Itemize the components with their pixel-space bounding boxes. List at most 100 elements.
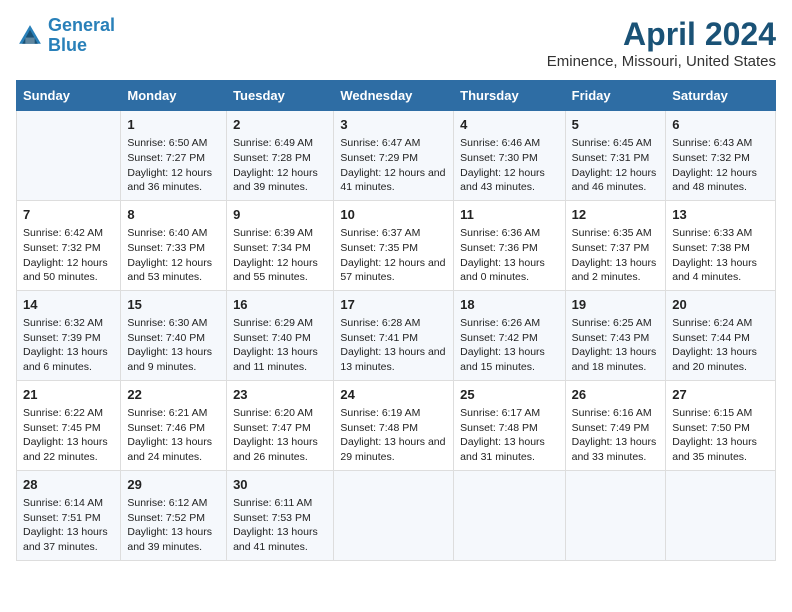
- day-number: 3: [340, 116, 447, 134]
- calendar-subtitle: Eminence, Missouri, United States: [547, 53, 776, 70]
- calendar-cell: 13 Sunrise: 6:33 AMSunset: 7:38 PMDayligh…: [666, 200, 776, 290]
- day-number: 23: [233, 386, 327, 404]
- day-number: 1: [127, 116, 220, 134]
- day-number: 30: [233, 476, 327, 494]
- calendar-cell: 10 Sunrise: 6:37 AMSunset: 7:35 PMDayligh…: [334, 200, 454, 290]
- calendar-cell: 5 Sunrise: 6:45 AMSunset: 7:31 PMDaylight…: [565, 111, 666, 201]
- day-number: 9: [233, 206, 327, 224]
- day-details: Sunrise: 6:15 AMSunset: 7:50 PMDaylight:…: [672, 406, 769, 465]
- day-details: Sunrise: 6:20 AMSunset: 7:47 PMDaylight:…: [233, 406, 327, 465]
- day-details: Sunrise: 6:17 AMSunset: 7:48 PMDaylight:…: [460, 406, 558, 465]
- calendar-cell: 11 Sunrise: 6:36 AMSunset: 7:36 PMDayligh…: [454, 200, 565, 290]
- day-number: 17: [340, 296, 447, 314]
- calendar-cell: 18 Sunrise: 6:26 AMSunset: 7:42 PMDayligh…: [454, 290, 565, 380]
- day-details: Sunrise: 6:12 AMSunset: 7:52 PMDaylight:…: [127, 496, 220, 555]
- logo-icon: [16, 22, 44, 50]
- day-details: Sunrise: 6:19 AMSunset: 7:48 PMDaylight:…: [340, 406, 447, 465]
- day-number: 25: [460, 386, 558, 404]
- day-details: Sunrise: 6:24 AMSunset: 7:44 PMDaylight:…: [672, 316, 769, 375]
- day-number: 27: [672, 386, 769, 404]
- day-details: Sunrise: 6:26 AMSunset: 7:42 PMDaylight:…: [460, 316, 558, 375]
- calendar-cell: 25 Sunrise: 6:17 AMSunset: 7:48 PMDayligh…: [454, 380, 565, 470]
- day-details: Sunrise: 6:39 AMSunset: 7:34 PMDaylight:…: [233, 226, 327, 285]
- header-wednesday: Wednesday: [334, 81, 454, 111]
- calendar-cell: [454, 470, 565, 560]
- calendar-cell: 30 Sunrise: 6:11 AMSunset: 7:53 PMDayligh…: [227, 470, 334, 560]
- day-details: Sunrise: 6:36 AMSunset: 7:36 PMDaylight:…: [460, 226, 558, 285]
- day-number: 24: [340, 386, 447, 404]
- calendar-header-row: SundayMondayTuesdayWednesdayThursdayFrid…: [17, 81, 776, 111]
- day-number: 11: [460, 206, 558, 224]
- day-number: 21: [23, 386, 114, 404]
- logo-text: General Blue: [48, 16, 115, 56]
- day-number: 14: [23, 296, 114, 314]
- day-number: 15: [127, 296, 220, 314]
- day-details: Sunrise: 6:33 AMSunset: 7:38 PMDaylight:…: [672, 226, 769, 285]
- day-number: 20: [672, 296, 769, 314]
- day-details: Sunrise: 6:50 AMSunset: 7:27 PMDaylight:…: [127, 136, 220, 195]
- calendar-cell: 26Sunrise: 6:16 AMSunset: 7:49 PMDayligh…: [565, 380, 666, 470]
- day-number: 16: [233, 296, 327, 314]
- day-number: 8: [127, 206, 220, 224]
- day-details: Sunrise: 6:11 AMSunset: 7:53 PMDaylight:…: [233, 496, 327, 555]
- calendar-cell: 9 Sunrise: 6:39 AMSunset: 7:34 PMDaylight…: [227, 200, 334, 290]
- week-row-1: 1 Sunrise: 6:50 AMSunset: 7:27 PMDaylight…: [17, 111, 776, 201]
- header-saturday: Saturday: [666, 81, 776, 111]
- day-details: Sunrise: 6:40 AMSunset: 7:33 PMDaylight:…: [127, 226, 220, 285]
- day-number: 5: [572, 116, 660, 134]
- day-number: 2: [233, 116, 327, 134]
- day-details: Sunrise: 6:30 AMSunset: 7:40 PMDaylight:…: [127, 316, 220, 375]
- calendar-cell: [334, 470, 454, 560]
- day-details: Sunrise: 6:16 AMSunset: 7:49 PMDaylight:…: [572, 406, 660, 465]
- calendar-cell: 22 Sunrise: 6:21 AMSunset: 7:46 PMDayligh…: [121, 380, 227, 470]
- day-number: 7: [23, 206, 114, 224]
- calendar-cell: 15 Sunrise: 6:30 AMSunset: 7:40 PMDayligh…: [121, 290, 227, 380]
- calendar-cell: 23 Sunrise: 6:20 AMSunset: 7:47 PMDayligh…: [227, 380, 334, 470]
- title-block: April 2024 Eminence, Missouri, United St…: [547, 16, 776, 70]
- day-details: Sunrise: 6:47 AMSunset: 7:29 PMDaylight:…: [340, 136, 447, 195]
- day-details: Sunrise: 6:14 AMSunset: 7:51 PMDaylight:…: [23, 496, 114, 555]
- calendar-cell: 4 Sunrise: 6:46 AMSunset: 7:30 PMDaylight…: [454, 111, 565, 201]
- day-details: Sunrise: 6:21 AMSunset: 7:46 PMDaylight:…: [127, 406, 220, 465]
- header-thursday: Thursday: [454, 81, 565, 111]
- day-details: Sunrise: 6:49 AMSunset: 7:28 PMDaylight:…: [233, 136, 327, 195]
- calendar-cell: 27 Sunrise: 6:15 AMSunset: 7:50 PMDayligh…: [666, 380, 776, 470]
- day-number: 28: [23, 476, 114, 494]
- week-row-2: 7 Sunrise: 6:42 AMSunset: 7:32 PMDaylight…: [17, 200, 776, 290]
- day-details: Sunrise: 6:37 AMSunset: 7:35 PMDaylight:…: [340, 226, 447, 285]
- day-details: Sunrise: 6:45 AMSunset: 7:31 PMDaylight:…: [572, 136, 660, 195]
- day-details: Sunrise: 6:28 AMSunset: 7:41 PMDaylight:…: [340, 316, 447, 375]
- calendar-cell: 20 Sunrise: 6:24 AMSunset: 7:44 PMDayligh…: [666, 290, 776, 380]
- day-details: Sunrise: 6:42 AMSunset: 7:32 PMDaylight:…: [23, 226, 114, 285]
- day-details: Sunrise: 6:22 AMSunset: 7:45 PMDaylight:…: [23, 406, 114, 465]
- calendar-cell: 12Sunrise: 6:35 AMSunset: 7:37 PMDayligh…: [565, 200, 666, 290]
- day-number: 18: [460, 296, 558, 314]
- header-tuesday: Tuesday: [227, 81, 334, 111]
- week-row-4: 21 Sunrise: 6:22 AMSunset: 7:45 PMDayligh…: [17, 380, 776, 470]
- day-details: Sunrise: 6:29 AMSunset: 7:40 PMDaylight:…: [233, 316, 327, 375]
- calendar-cell: 8 Sunrise: 6:40 AMSunset: 7:33 PMDaylight…: [121, 200, 227, 290]
- calendar-cell: 6Sunrise: 6:43 AMSunset: 7:32 PMDaylight…: [666, 111, 776, 201]
- day-number: 10: [340, 206, 447, 224]
- day-number: 6: [672, 116, 769, 134]
- day-number: 13: [672, 206, 769, 224]
- header-friday: Friday: [565, 81, 666, 111]
- calendar-title: April 2024: [547, 16, 776, 53]
- calendar-cell: 21 Sunrise: 6:22 AMSunset: 7:45 PMDayligh…: [17, 380, 121, 470]
- page-header: General Blue April 2024 Eminence, Missou…: [16, 16, 776, 70]
- calendar-cell: 16 Sunrise: 6:29 AMSunset: 7:40 PMDayligh…: [227, 290, 334, 380]
- header-monday: Monday: [121, 81, 227, 111]
- calendar-cell: 1 Sunrise: 6:50 AMSunset: 7:27 PMDaylight…: [121, 111, 227, 201]
- calendar-cell: 19Sunrise: 6:25 AMSunset: 7:43 PMDayligh…: [565, 290, 666, 380]
- day-number: 29: [127, 476, 220, 494]
- day-details: Sunrise: 6:35 AMSunset: 7:37 PMDaylight:…: [572, 226, 660, 285]
- day-number: 22: [127, 386, 220, 404]
- day-number: 19: [572, 296, 660, 314]
- calendar-cell: 17 Sunrise: 6:28 AMSunset: 7:41 PMDayligh…: [334, 290, 454, 380]
- day-number: 4: [460, 116, 558, 134]
- calendar-cell: 29 Sunrise: 6:12 AMSunset: 7:52 PMDayligh…: [121, 470, 227, 560]
- calendar-table: SundayMondayTuesdayWednesdayThursdayFrid…: [16, 80, 776, 561]
- calendar-cell: 28 Sunrise: 6:14 AMSunset: 7:51 PMDayligh…: [17, 470, 121, 560]
- calendar-cell: [666, 470, 776, 560]
- day-details: Sunrise: 6:46 AMSunset: 7:30 PMDaylight:…: [460, 136, 558, 195]
